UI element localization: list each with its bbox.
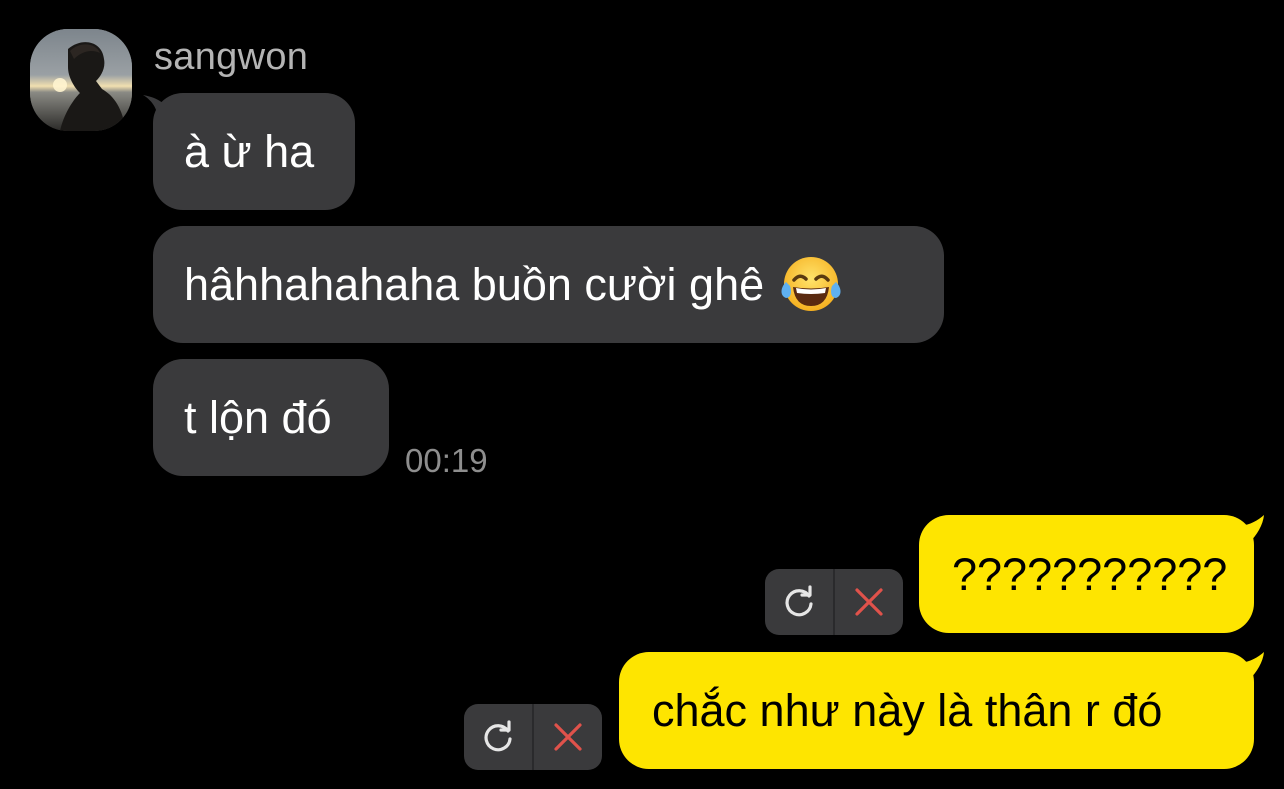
incoming-message[interactable]: à ừ ha [153,93,355,210]
message-text: à ừ ha [184,126,315,177]
outgoing-bubble-tail [1237,515,1264,543]
delete-button[interactable] [532,704,602,770]
message-text: ??????????? [952,548,1228,600]
message-text: t lộn đó [184,392,332,443]
tears-of-joy-emoji-icon [781,256,841,311]
outgoing-message[interactable]: ??????????? [919,515,1254,633]
sender-name: sangwon [154,36,309,78]
refresh-icon [785,585,813,617]
chat-screen: sangwon à ừ ha hâhhahahaha buồn cười ghê [0,0,1284,789]
sender-avatar[interactable] [30,29,132,131]
message-text: hâhhahahaha buồn cười ghê [184,259,765,310]
outgoing-message[interactable]: chắc như này là thân r đó [619,652,1254,769]
failed-message-actions [765,569,903,635]
retry-button[interactable] [765,569,833,635]
incoming-message[interactable]: t lộn đó [153,359,389,476]
message-text: chắc như này là thân r đó [652,685,1163,736]
avatar-photo [30,29,132,131]
retry-button[interactable] [464,704,532,770]
message-timestamp: 00:19 [405,442,488,479]
close-icon [554,723,582,751]
incoming-message[interactable]: hâhhahahaha buồn cười ghê [153,226,944,343]
outgoing-bubble-tail [1237,652,1264,680]
close-icon [855,588,883,616]
delete-button[interactable] [833,569,903,635]
refresh-icon [484,720,512,752]
failed-message-actions [464,704,602,770]
